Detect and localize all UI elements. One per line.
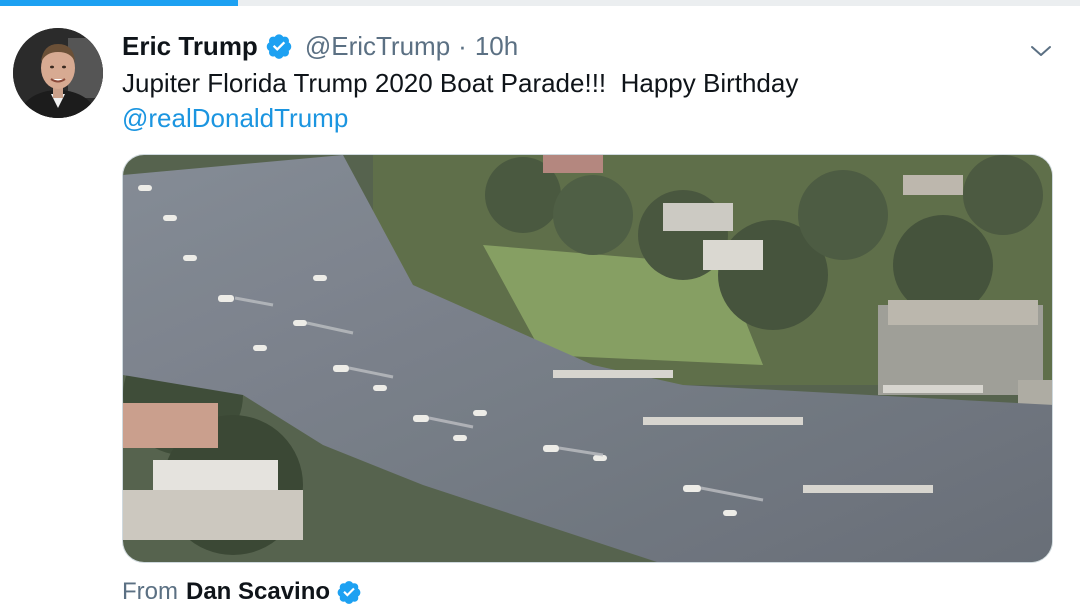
tweet-text-line: Jupiter Florida Trump 2020 Boat Parade!!…: [122, 68, 799, 98]
profile-photo-icon: [13, 28, 103, 118]
source-label: From: [122, 578, 178, 605]
tweet-video[interactable]: [122, 154, 1053, 563]
verified-badge-icon: [265, 32, 293, 60]
author-handle[interactable]: @EricTrump: [305, 31, 450, 62]
mention-link[interactable]: @realDonaldTrump: [122, 101, 1042, 136]
chevron-down-icon: [1031, 46, 1051, 56]
separator-dot: ·: [458, 30, 467, 61]
tweet-menu-button[interactable]: [1022, 32, 1060, 70]
verified-badge-icon: [336, 579, 362, 605]
media-source-attribution: From Dan Scavino: [122, 574, 362, 610]
tweet-timestamp[interactable]: 10h: [475, 31, 518, 62]
avatar[interactable]: [13, 28, 103, 118]
aerial-boat-parade-video-icon: [123, 155, 1052, 562]
tweet[interactable]: Eric Trump @EricTrump · 10h Jupiter Flor…: [0, 6, 1080, 616]
source-name-link[interactable]: Dan Scavino: [186, 578, 330, 606]
author-display-name[interactable]: Eric Trump: [122, 31, 258, 62]
tweet-text: Jupiter Florida Trump 2020 Boat Parade!!…: [122, 66, 1042, 136]
tweet-header: Eric Trump @EricTrump · 10h: [122, 26, 518, 66]
